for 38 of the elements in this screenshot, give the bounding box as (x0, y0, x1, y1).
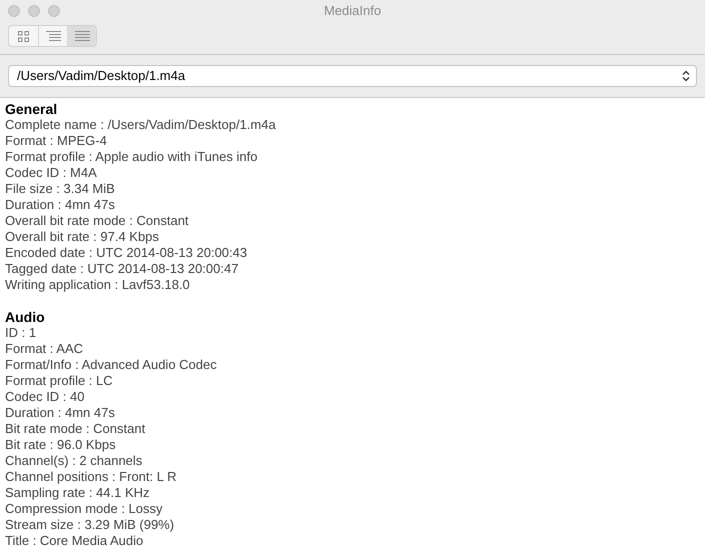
zoom-button[interactable] (48, 5, 60, 17)
minimize-button[interactable] (28, 5, 40, 17)
info-line: ID : 1 (5, 325, 36, 341)
file-select[interactable]: /Users/Vadim/Desktop/1.m4a (8, 65, 697, 87)
info-line: File size : 3.34 MiB (5, 181, 115, 197)
section-title: Audio (5, 309, 45, 325)
info-line: Channel positions : Front: L R (5, 469, 176, 485)
section-title: General (5, 101, 58, 117)
info-line: Codec ID : 40 (5, 389, 84, 405)
grid-icon (18, 30, 29, 42)
list-icon (46, 30, 60, 42)
info-line: Duration : 4mn 47s (5, 405, 115, 421)
info-line: Format profile : Apple audio with iTunes info (5, 149, 258, 165)
info-line: Duration : 4mn 47s (5, 197, 115, 213)
info-line: Overall bit rate : 97.4 Kbps (5, 229, 159, 245)
info-line: Channel(s) : 2 channels (5, 453, 142, 469)
info-line: Complete name : /Users/Vadim/Desktop/1.m4a (5, 117, 276, 133)
info-line: Format/Info : Advanced Audio Codec (5, 357, 217, 373)
info-line: Bit rate mode : Constant (5, 421, 146, 437)
close-button[interactable] (8, 5, 20, 17)
info-line: Overall bit rate mode : Constant (5, 213, 189, 229)
info-line: Bit rate : 96.0 Kbps (5, 437, 116, 453)
info-line: Codec ID : M4A (5, 165, 97, 181)
info-line: Compression mode : Lossy (5, 501, 163, 517)
info-line: Writing application : Lavf53.18.0 (5, 277, 190, 293)
file-path: /Users/Vadim/Desktop/1.m4a (17, 67, 186, 86)
text-lines-icon (74, 30, 90, 42)
info-line: Tagged date : UTC 2014-08-13 20:00:47 (5, 261, 238, 277)
window-title: MediaInfo (324, 2, 382, 20)
view-mode-tab[interactable] (67, 26, 96, 46)
info-line: Sampling rate : 44.1 KHz (5, 485, 150, 501)
info-line: Encoded date : UTC 2014-08-13 20:00:43 (5, 245, 248, 261)
info-line: Stream size : 3.29 MiB (99%) (5, 517, 174, 533)
info-line: Format : MPEG-4 (5, 133, 107, 149)
chevron-up-down-icon (682, 70, 690, 82)
info-line: Title : Core Media Audio (5, 533, 144, 549)
info-line: Format profile : LC (5, 373, 113, 389)
info-line: Format : AAC (5, 341, 84, 357)
